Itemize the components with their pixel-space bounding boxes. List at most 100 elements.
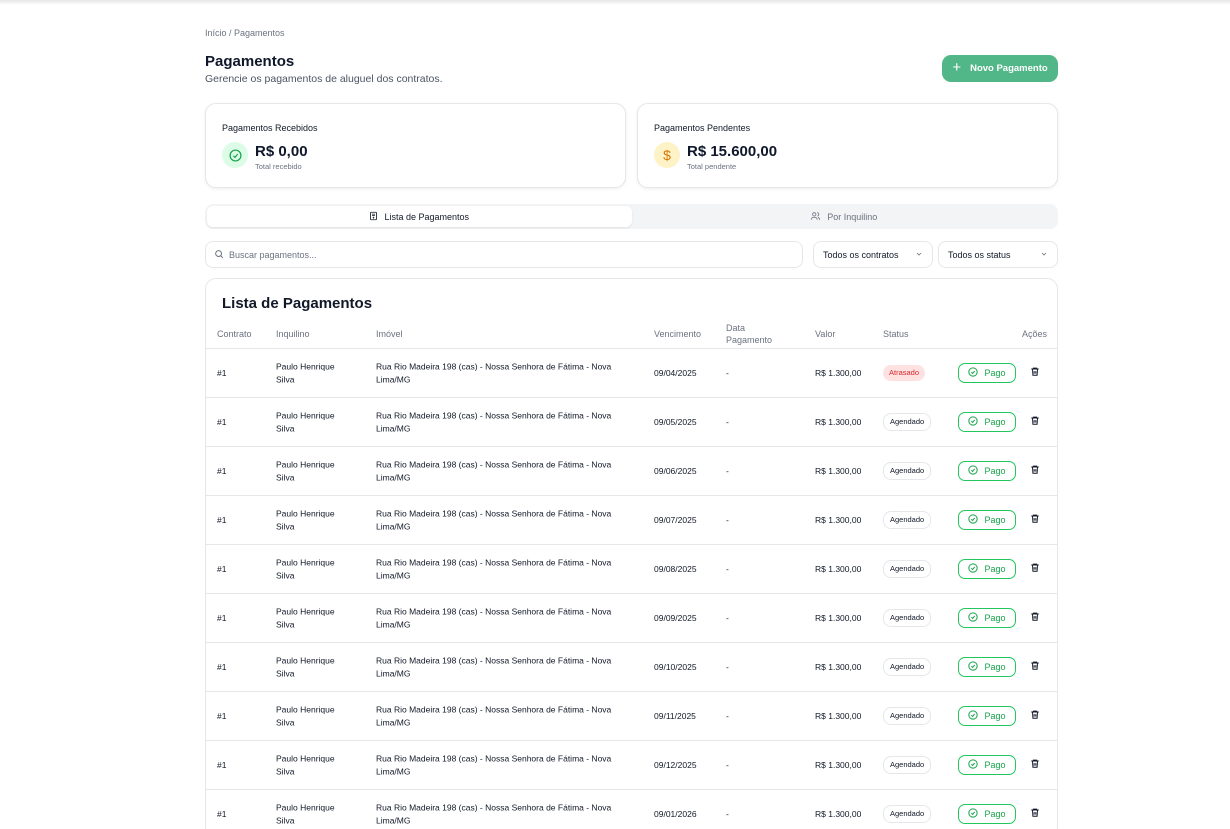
- delete-button[interactable]: [1029, 514, 1041, 526]
- cell-tenant-line2: Silva: [276, 815, 295, 825]
- tab-by-tenant[interactable]: Por Inquilino: [632, 206, 1057, 227]
- cell-tenant: Paulo Henrique Silva: [276, 753, 335, 778]
- cell-paid-date: -: [726, 808, 729, 819]
- cell-tenant-line2: Silva: [276, 423, 295, 433]
- trash-icon: [1030, 511, 1040, 529]
- cell-tenant: Paulo Henrique Silva: [276, 606, 335, 631]
- cell-contract: #1: [217, 563, 227, 574]
- status-badge: Agendado: [883, 609, 932, 627]
- mark-paid-label: Pago: [984, 662, 1006, 672]
- cell-value: R$ 1.300,00: [815, 367, 862, 378]
- mark-paid-button[interactable]: Pago: [958, 608, 1016, 628]
- cell-property-line1: Rua Rio Madeira 198 (cas) - Nossa Senhor…: [376, 508, 612, 519]
- delete-button[interactable]: [1029, 808, 1041, 820]
- col-property: Imóvel: [376, 328, 403, 339]
- table-row: #1 Paulo Henrique Silva Rua Rio Madeira …: [206, 741, 1057, 790]
- cell-property-line1: Rua Rio Madeira 198 (cas) - Nossa Senhor…: [376, 753, 612, 764]
- cell-contract: #1: [217, 367, 227, 378]
- cell-paid-date: -: [726, 661, 729, 672]
- cell-property: Rua Rio Madeira 198 (cas) - Nossa Senhor…: [376, 361, 611, 386]
- mark-paid-button[interactable]: Pago: [958, 804, 1016, 824]
- cell-property-line1: Rua Rio Madeira 198 (cas) - Nossa Senhor…: [376, 802, 612, 813]
- received-caption: Total recebido: [255, 162, 302, 171]
- delete-button[interactable]: [1029, 661, 1041, 673]
- mark-paid-button[interactable]: Pago: [958, 363, 1016, 383]
- cell-tenant: Paulo Henrique Silva: [276, 557, 335, 582]
- status-filter-select[interactable]: Todos os status: [938, 241, 1058, 268]
- mark-paid-button[interactable]: Pago: [958, 559, 1016, 579]
- cell-property-line1: Rua Rio Madeira 198 (cas) - Nossa Senhor…: [376, 459, 612, 470]
- contracts-filter-select[interactable]: Todos os contratos: [813, 241, 933, 268]
- check-circle-icon: [968, 367, 979, 379]
- delete-button[interactable]: [1029, 612, 1041, 624]
- new-payment-button[interactable]: + Novo Pagamento: [942, 55, 1058, 82]
- cell-value: R$ 1.300,00: [815, 808, 862, 819]
- delete-button[interactable]: [1029, 465, 1041, 477]
- pending-value: R$ 15.600,00: [687, 143, 778, 160]
- cell-value: R$ 1.300,00: [815, 759, 862, 770]
- cell-value: R$ 1.300,00: [815, 661, 862, 672]
- cell-property-line2: Lima/MG: [376, 619, 411, 629]
- cell-property-line1: Rua Rio Madeira 198 (cas) - Nossa Senhor…: [376, 557, 612, 568]
- cell-value: R$ 1.300,00: [815, 514, 862, 525]
- cell-due-date: 09/10/2025: [654, 661, 697, 672]
- status-badge: Agendado: [883, 756, 932, 774]
- cell-tenant-line1: Paulo Henrique: [276, 753, 335, 764]
- tab-payment-list[interactable]: Lista de Pagamentos: [207, 206, 632, 227]
- mark-paid-label: Pago: [984, 368, 1006, 378]
- cell-contract: #1: [217, 710, 227, 721]
- trash-icon: [1030, 805, 1040, 823]
- delete-button[interactable]: [1029, 759, 1041, 771]
- mark-paid-label: Pago: [984, 564, 1006, 574]
- table-row: #1 Paulo Henrique Silva Rua Rio Madeira …: [206, 447, 1057, 496]
- col-due: Vencimento: [654, 328, 702, 339]
- mark-paid-button[interactable]: Pago: [958, 755, 1016, 775]
- col-tenant: Inquilino: [276, 328, 310, 339]
- mark-paid-button[interactable]: Pago: [958, 510, 1016, 530]
- search-input[interactable]: [229, 249, 789, 260]
- cell-tenant-line2: Silva: [276, 374, 295, 384]
- cell-tenant-line2: Silva: [276, 521, 295, 531]
- cell-due-date: 09/04/2025: [654, 367, 697, 378]
- cell-tenant: Paulo Henrique Silva: [276, 655, 335, 680]
- cell-tenant-line2: Silva: [276, 570, 295, 580]
- table-title: Lista de Pagamentos: [222, 295, 373, 312]
- chevron-down-icon: [915, 250, 923, 260]
- cell-tenant: Paulo Henrique Silva: [276, 410, 335, 435]
- mark-paid-label: Pago: [984, 760, 1006, 770]
- delete-button[interactable]: [1029, 367, 1041, 379]
- mark-paid-button[interactable]: Pago: [958, 461, 1016, 481]
- trash-icon: [1030, 462, 1040, 480]
- page-title: Pagamentos: [205, 53, 295, 70]
- cell-tenant-line2: Silva: [276, 619, 295, 629]
- cell-tenant-line1: Paulo Henrique: [276, 508, 335, 519]
- check-circle-icon: [968, 416, 979, 428]
- cell-property-line2: Lima/MG: [376, 717, 411, 727]
- cell-tenant-line2: Silva: [276, 717, 295, 727]
- card-title: Pagamentos Recebidos: [222, 123, 318, 133]
- status-badge: Agendado: [883, 805, 932, 823]
- mark-paid-button[interactable]: Pago: [958, 412, 1016, 432]
- cell-paid-date: -: [726, 710, 729, 721]
- new-payment-label: Novo Pagamento: [970, 63, 1048, 74]
- cell-due-date: 09/06/2025: [654, 465, 697, 476]
- delete-button[interactable]: [1029, 416, 1041, 428]
- cell-property-line2: Lima/MG: [376, 521, 411, 531]
- mark-paid-label: Pago: [984, 515, 1006, 525]
- cell-paid-date: -: [726, 759, 729, 770]
- cell-due-date: 09/07/2025: [654, 514, 697, 525]
- mark-paid-button[interactable]: Pago: [958, 706, 1016, 726]
- cell-paid-date: -: [726, 416, 729, 427]
- delete-button[interactable]: [1029, 710, 1041, 722]
- col-paid-date-line1: Data: [726, 322, 746, 333]
- search-box: [205, 241, 803, 268]
- breadcrumb[interactable]: Início / Pagamentos: [205, 28, 285, 38]
- cell-due-date: 09/08/2025: [654, 563, 697, 574]
- col-value: Valor: [815, 328, 836, 339]
- table-row: #1 Paulo Henrique Silva Rua Rio Madeira …: [206, 790, 1057, 829]
- cell-tenant-line1: Paulo Henrique: [276, 557, 335, 568]
- trash-icon: [1030, 658, 1040, 676]
- cell-paid-date: -: [726, 465, 729, 476]
- mark-paid-button[interactable]: Pago: [958, 657, 1016, 677]
- delete-button[interactable]: [1029, 563, 1041, 575]
